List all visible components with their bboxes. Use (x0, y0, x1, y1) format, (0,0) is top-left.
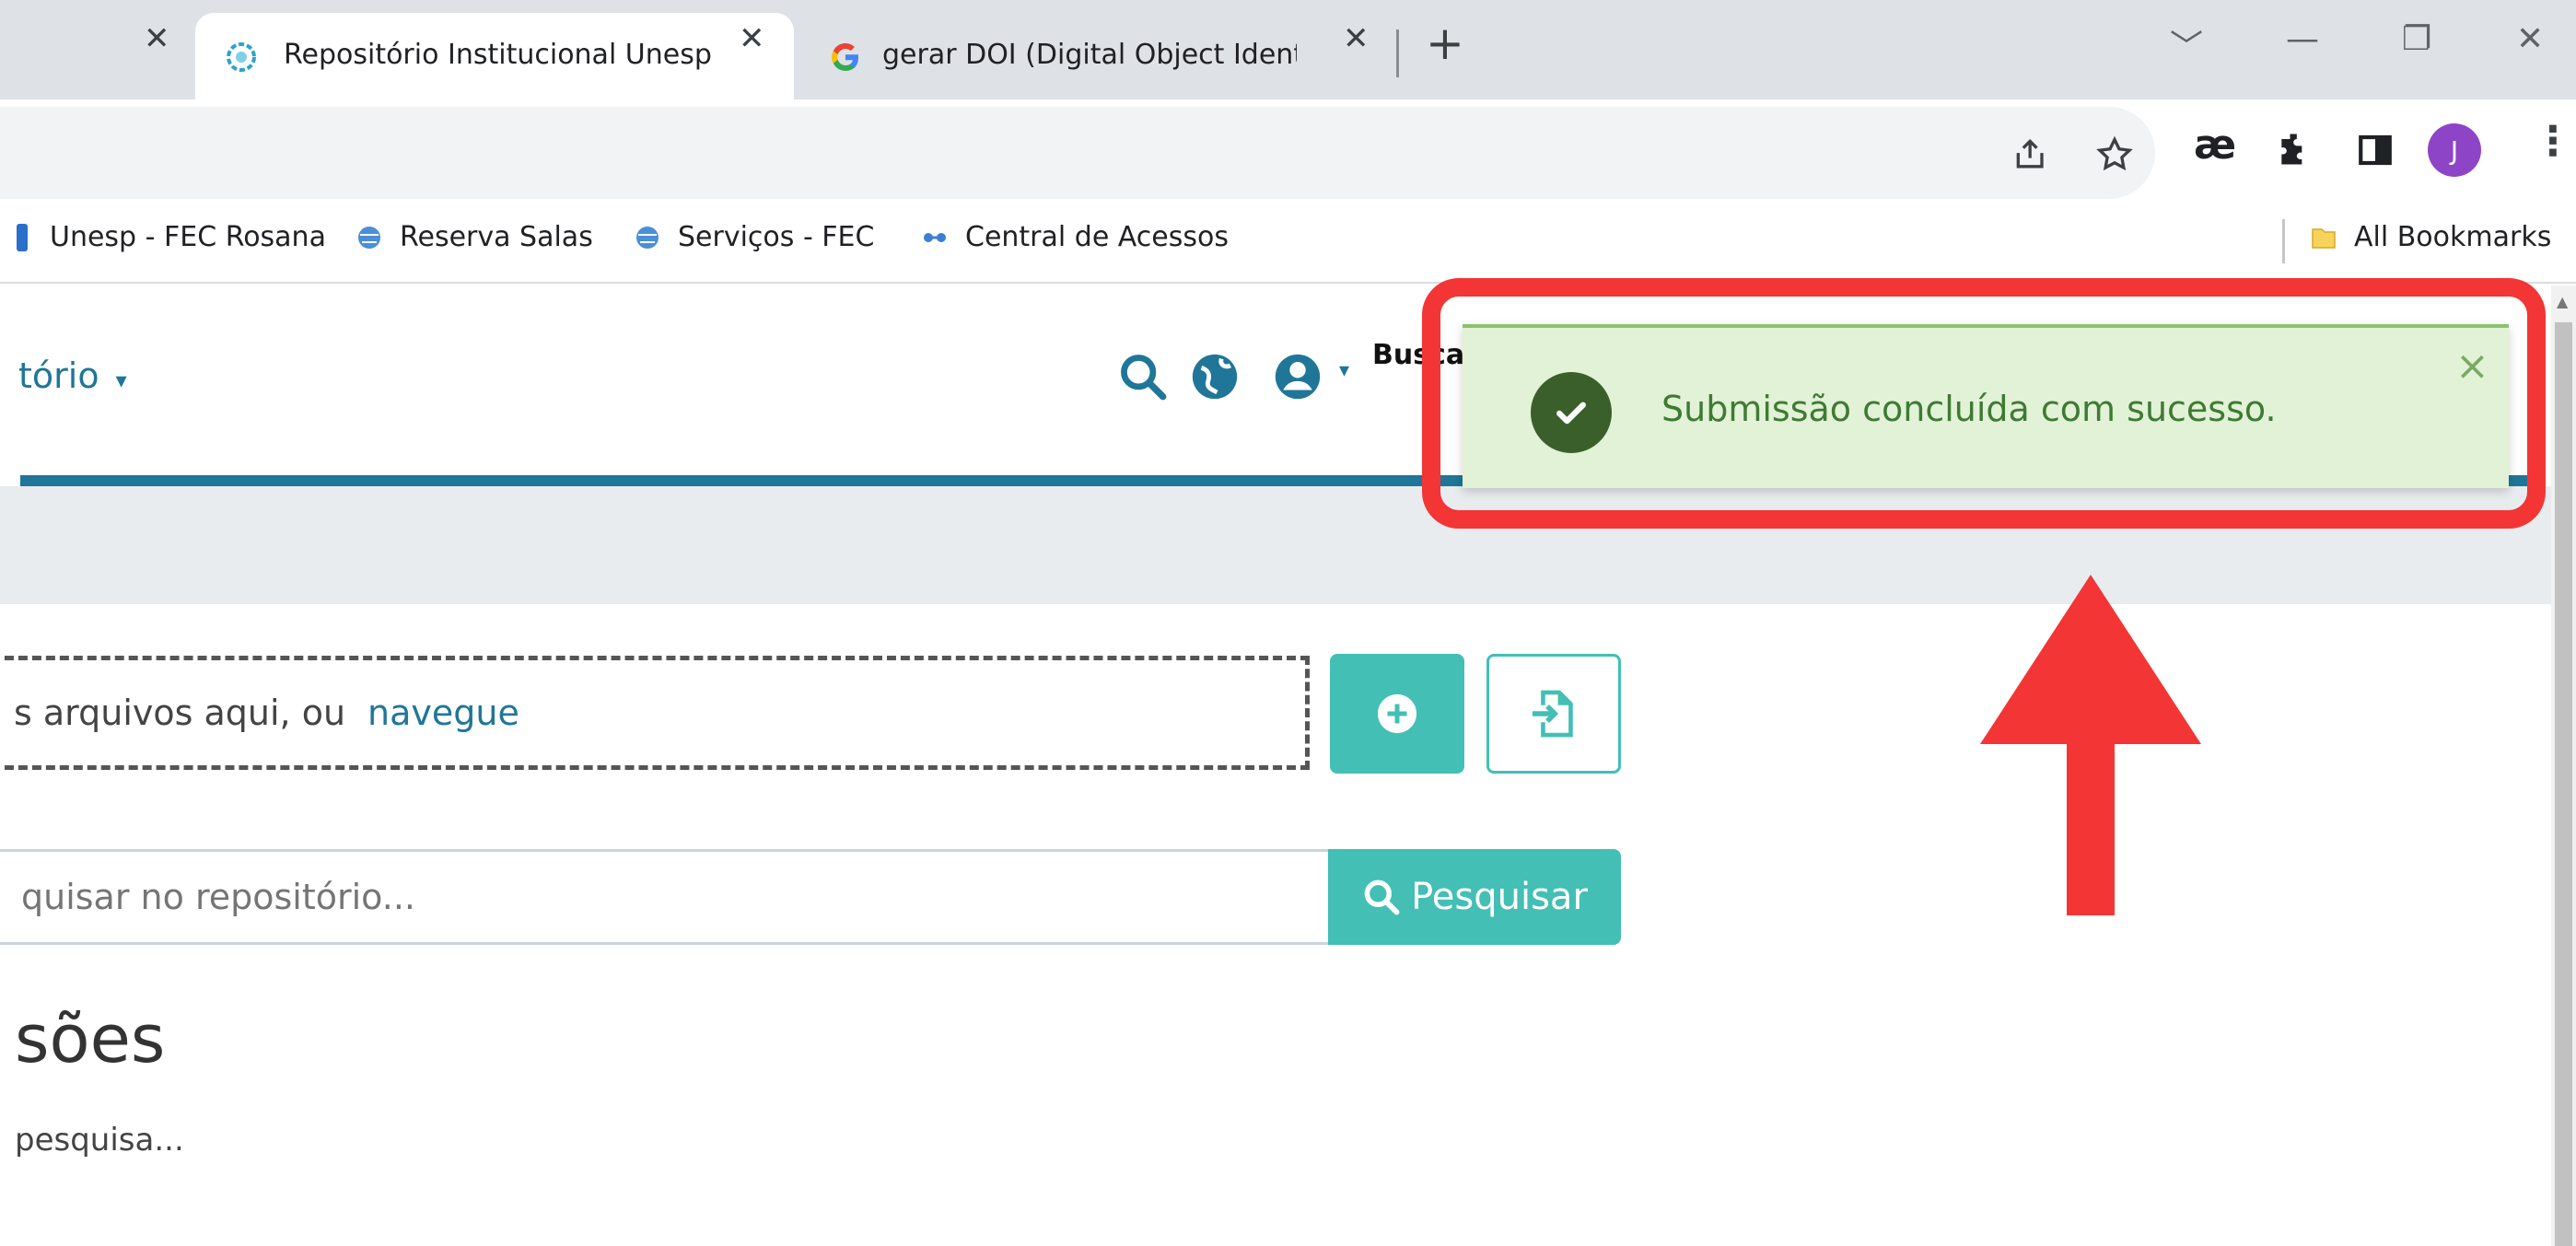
search-button-label: Pesquisar (1411, 876, 1588, 918)
repository-favicon-icon (227, 42, 256, 72)
bookmark-globe-icon (358, 226, 380, 249)
bookmark-label: Central de Acessos (965, 221, 1229, 253)
browser-toolbar: æ J ⋮ (0, 99, 2576, 206)
bookmark-label: Unesp - FEC Rosana (50, 221, 326, 253)
file-import-icon (1532, 690, 1573, 738)
browse-link[interactable]: navegue (367, 693, 519, 733)
tab-search-chevron-icon[interactable]: ﹀ (2170, 20, 2203, 68)
search-icon (1364, 879, 1400, 915)
user-account-icon[interactable] (1271, 350, 1324, 403)
search-input[interactable] (21, 877, 1311, 917)
menu-kebab-icon[interactable]: ⋮ (2533, 118, 2573, 165)
bookmark-unesp-fec-rosana[interactable]: Unesp - FEC Rosana (17, 221, 326, 253)
all-bookmarks-button[interactable]: All Bookmarks (2310, 221, 2551, 253)
profile-avatar[interactable]: J (2428, 123, 2481, 177)
bookmark-label: All Bookmarks (2354, 221, 2552, 253)
google-favicon-icon (832, 43, 858, 71)
add-submission-button[interactable] (1330, 654, 1464, 774)
tab-close-icon[interactable]: ✕ (1343, 20, 1370, 57)
bookmark-central-de-acessos[interactable]: Central de Acessos (921, 221, 1229, 253)
tab-separator (1396, 29, 1399, 77)
caret-down-icon: ▾ (115, 367, 127, 393)
section-subtext: pesquisa... (15, 1122, 184, 1159)
import-file-button[interactable] (1486, 654, 1621, 774)
repository-menu-dropdown[interactable]: tório ▾ (18, 355, 127, 396)
annotation-highlight-box (1422, 278, 2546, 529)
restore-icon[interactable]: ❐ (2402, 20, 2431, 58)
bookmark-label: Reserva Salas (400, 221, 593, 253)
section-heading: sões (15, 1000, 166, 1077)
scrollbar-thumb[interactable] (2555, 322, 2572, 1246)
tab-close-icon[interactable]: ✕ (144, 20, 170, 57)
bookmarks-bar: Unesp - FEC Rosana Reserva Salas Serviço… (0, 206, 2576, 284)
search-icon[interactable] (1116, 350, 1170, 403)
extensions-puzzle-icon[interactable] (2275, 129, 2315, 169)
tab-title: Repositório Institucional Unesp (284, 39, 712, 71)
search-button[interactable]: Pesquisar (1328, 849, 1621, 945)
bookmark-globe-icon (17, 223, 28, 251)
annotation-up-arrow-icon (1980, 575, 2201, 915)
tab-strip: ✕ Repositório Institucional Unesp ✕ gera… (0, 0, 2576, 99)
new-tab-button[interactable]: + (1426, 20, 1464, 66)
bookmarks-separator (2282, 219, 2285, 263)
file-dropzone[interactable]: s arquivos aqui, ou navegue (0, 656, 1310, 770)
tab-gerar-doi[interactable]: gerar DOI (Digital Object Identif ✕ (810, 13, 1391, 99)
bookmark-servicos-fec[interactable]: Serviços - FEC (634, 221, 874, 253)
dropzone-text: s arquivos aqui, ou (14, 693, 346, 733)
bookmark-star-icon[interactable] (2094, 134, 2135, 175)
side-panel-icon[interactable] (2356, 131, 2395, 169)
bookmark-label: Serviços - FEC (678, 221, 875, 253)
repository-search-field[interactable] (0, 849, 1330, 945)
menu-label: tório (18, 355, 99, 396)
share-icon[interactable] (2011, 134, 2052, 175)
language-globe-icon[interactable] (1188, 350, 1241, 403)
bookmark-network-icon (924, 232, 946, 242)
extension-ae-icon[interactable]: æ (2194, 122, 2236, 169)
scroll-up-arrow-icon[interactable]: ▲ (2557, 293, 2568, 310)
close-window-icon[interactable]: ✕ (2516, 20, 2544, 58)
address-bar[interactable] (0, 107, 2155, 199)
tab-title: gerar DOI (Digital Object Identif (882, 39, 1297, 71)
tab-repositorio[interactable]: Repositório Institucional Unesp ✕ (195, 13, 794, 99)
user-caret-down-icon[interactable]: ▾ (1339, 359, 1349, 382)
folder-icon (2312, 227, 2336, 249)
minimize-icon[interactable]: — (2286, 20, 2319, 58)
plus-circle-icon (1377, 693, 1417, 734)
tab-close-icon[interactable]: ✕ (739, 20, 765, 57)
bookmark-globe-icon (636, 226, 659, 249)
bookmark-reserva-salas[interactable]: Reserva Salas (356, 221, 593, 253)
